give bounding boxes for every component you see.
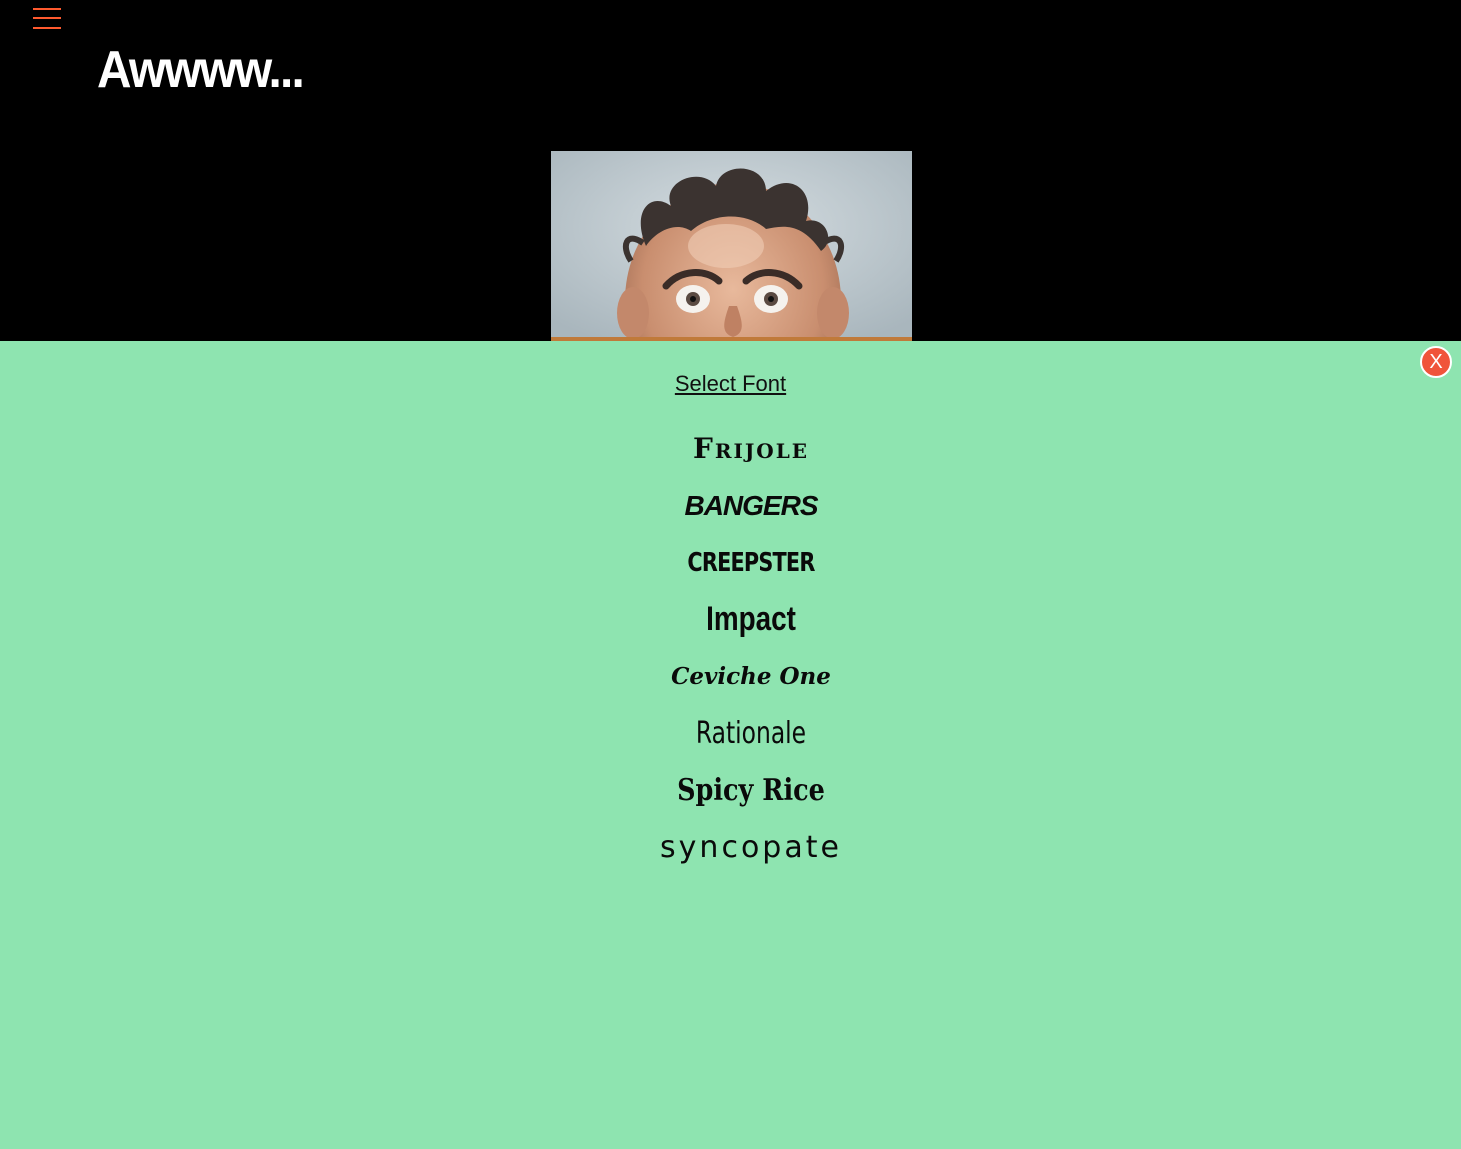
menu-line (33, 27, 61, 29)
font-option-syncopate[interactable]: Syncopate (500, 819, 1002, 876)
menu-line (33, 8, 61, 10)
menu-line (33, 17, 61, 19)
font-option-spicy-rice[interactable]: Spicy Rice (538, 762, 965, 819)
font-option-rationale[interactable]: Rationale (555, 705, 947, 762)
font-option-bangers[interactable]: Bangers (500, 477, 1002, 534)
font-option-frijole[interactable]: Frijole (500, 420, 1002, 477)
panel-title: Select Font (674, 371, 787, 396)
meme-title-text[interactable]: Awwww... (97, 44, 305, 96)
meme-image (551, 151, 912, 341)
font-list: Frijole Bangers Creepster Impact Ceviche… (500, 420, 1002, 876)
font-option-ceviche-one[interactable]: Ceviche One (500, 648, 1002, 705)
font-option-creepster[interactable]: Creepster (550, 534, 952, 591)
meme-preview-area: Awwww... (0, 0, 1461, 341)
hamburger-menu-icon[interactable] (33, 5, 61, 31)
font-option-impact[interactable]: Impact (545, 591, 957, 648)
bald-man-photo (551, 151, 912, 341)
